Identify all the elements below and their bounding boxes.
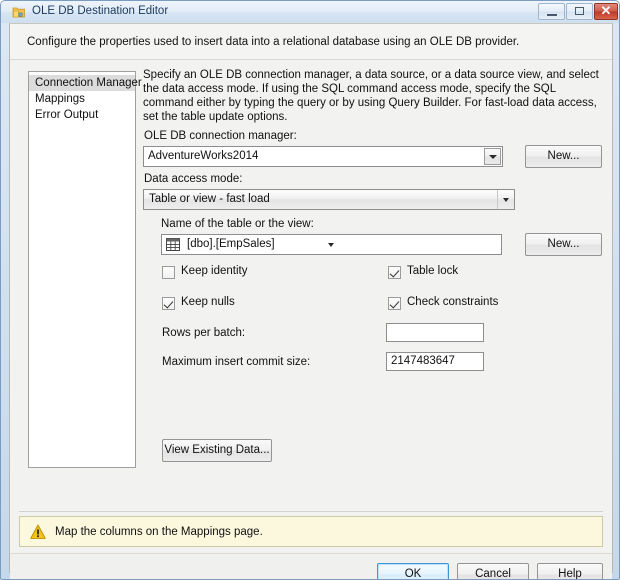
max-insert-commit-size-label: Maximum insert commit size:: [162, 356, 311, 368]
instructions-text: Specify an OLE DB connection manager, a …: [143, 69, 599, 123]
ok-button[interactable]: OK: [377, 563, 449, 579]
check-constraints-checkbox[interactable]: [388, 297, 401, 310]
warning-message: Map the columns on the Mappings page.: [55, 526, 263, 538]
help-button[interactable]: Help: [537, 563, 603, 579]
minimize-button[interactable]: [538, 3, 565, 20]
keep-identity-checkbox[interactable]: [162, 266, 175, 279]
check-constraints-label: Check constraints: [407, 296, 499, 308]
close-icon: ✕: [600, 3, 612, 18]
sidebar-item-label: Error Output: [35, 109, 99, 121]
data-access-mode-combo[interactable]: Table or view - fast load: [143, 189, 515, 210]
view-existing-data-button[interactable]: View Existing Data...: [162, 439, 272, 462]
max-insert-commit-size-value: 2147483647: [391, 355, 455, 367]
new-table-button[interactable]: New...: [525, 233, 602, 256]
window-title: OLE DB Destination Editor: [32, 5, 169, 17]
rows-per-batch-label: Rows per batch:: [162, 327, 246, 339]
table-lock-label: Table lock: [407, 265, 459, 277]
sidebar-item-mappings[interactable]: Mappings: [29, 91, 135, 107]
ole-db-destination-icon: [12, 5, 26, 19]
dialog-client-area: Configure the properties used to insert …: [9, 23, 613, 579]
new-connection-manager-button[interactable]: New...: [525, 145, 602, 168]
keep-identity-label: Keep identity: [181, 265, 248, 277]
close-button[interactable]: ✕: [594, 3, 618, 20]
header-strip: Configure the properties used to insert …: [10, 24, 612, 60]
sidebar-item-connection-manager[interactable]: Connection Manager: [29, 75, 142, 91]
dialog-window: OLE DB Destination Editor ✕ Configure th…: [0, 0, 620, 580]
connection-manager-label: OLE DB connection manager:: [144, 130, 297, 142]
connection-manager-value: AdventureWorks2014: [148, 150, 259, 162]
connection-manager-combo[interactable]: AdventureWorks2014: [143, 146, 503, 167]
data-access-mode-label: Data access mode:: [144, 173, 243, 185]
title-bar[interactable]: OLE DB Destination Editor ✕: [1, 1, 619, 23]
chevron-down-icon[interactable]: [484, 148, 501, 165]
warning-triangle-icon: [30, 524, 46, 540]
warning-bar: Map the columns on the Mappings page.: [19, 516, 603, 547]
sidebar-item-label: Connection Manager: [35, 77, 142, 89]
table-lock-checkbox[interactable]: [388, 266, 401, 279]
table-or-view-value: [dbo].[EmpSales]: [187, 238, 275, 250]
keep-nulls-label: Keep nulls: [181, 296, 235, 308]
chevron-down-icon[interactable]: [497, 190, 514, 209]
table-or-view-label: Name of the table or the view:: [161, 218, 314, 230]
sidebar-item-label: Mappings: [35, 93, 85, 105]
separator: [19, 511, 603, 512]
table-or-view-combo[interactable]: [dbo].[EmpSales]: [161, 234, 502, 255]
maximize-button[interactable]: [566, 3, 593, 20]
header-description: Configure the properties used to insert …: [27, 36, 520, 48]
table-icon: [166, 238, 180, 251]
max-insert-commit-size-input[interactable]: 2147483647: [386, 352, 484, 371]
cancel-button[interactable]: Cancel: [457, 563, 529, 579]
data-access-mode-value: Table or view - fast load: [149, 193, 270, 205]
rows-per-batch-input[interactable]: [386, 323, 484, 342]
sidebar-item-error-output[interactable]: Error Output: [29, 107, 135, 123]
keep-nulls-checkbox[interactable]: [162, 297, 175, 310]
page-list[interactable]: Connection Manager Mappings Error Output: [28, 71, 142, 468]
